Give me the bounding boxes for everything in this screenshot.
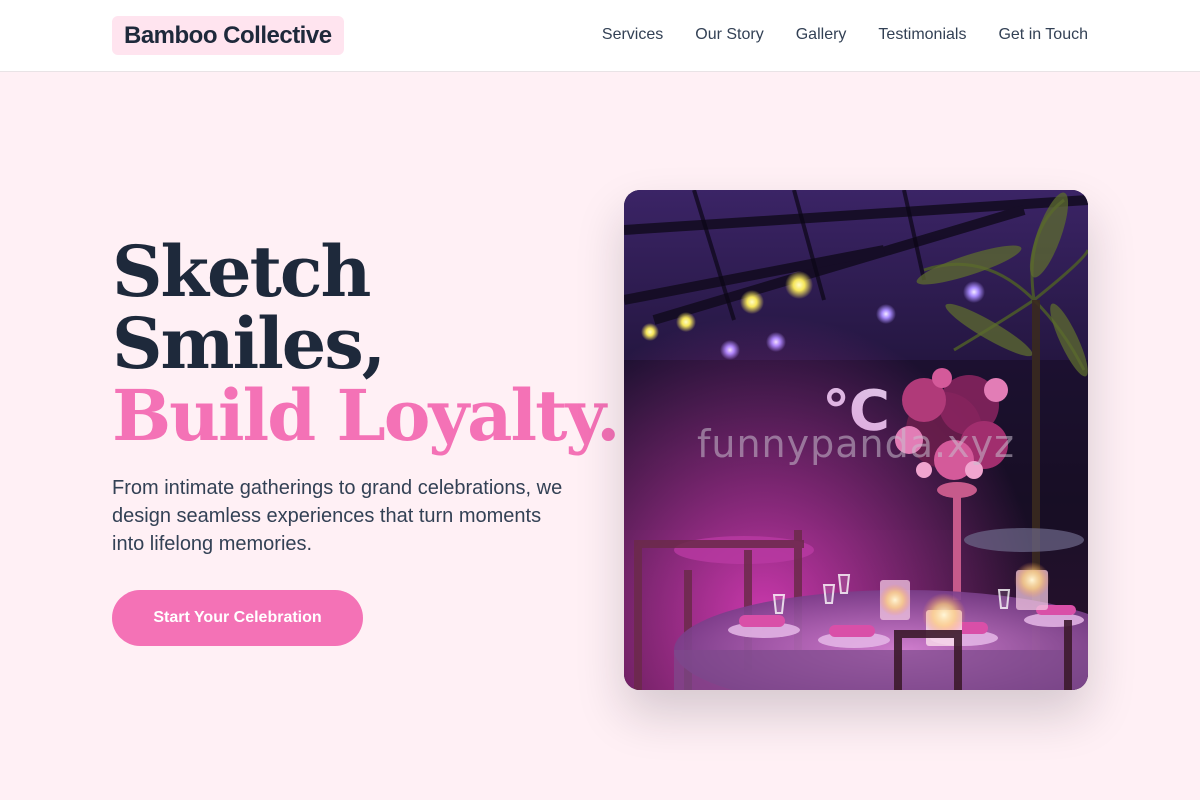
- site-header: Bamboo Collective Services Our Story Gal…: [0, 0, 1200, 72]
- hero-subtitle: From intimate gatherings to grand celebr…: [112, 477, 563, 555]
- main-nav: Services Our Story Gallery Testimonials …: [602, 24, 1088, 46]
- hero-title: Sketch Smiles, Build Loyalty.: [112, 230, 620, 457]
- hero-event-photo: ℃: [624, 190, 1088, 690]
- brand-logo[interactable]: Bamboo Collective: [112, 16, 344, 55]
- nav-link-testimonials[interactable]: Testimonials: [878, 24, 966, 46]
- nav-link-services[interactable]: Services: [602, 24, 663, 46]
- event-venue-illustration: ℃: [624, 190, 1088, 690]
- hero-title-line-2: Smiles,: [112, 302, 386, 385]
- start-celebration-button[interactable]: Start Your Celebration: [112, 590, 363, 646]
- hero-title-line-1: Sketch: [112, 230, 371, 313]
- nav-link-get-in-touch[interactable]: Get in Touch: [998, 24, 1088, 46]
- nav-link-our-story[interactable]: Our Story: [695, 24, 763, 46]
- nav-link-gallery[interactable]: Gallery: [796, 24, 847, 46]
- hero-title-accent: Build Loyalty.: [112, 374, 620, 457]
